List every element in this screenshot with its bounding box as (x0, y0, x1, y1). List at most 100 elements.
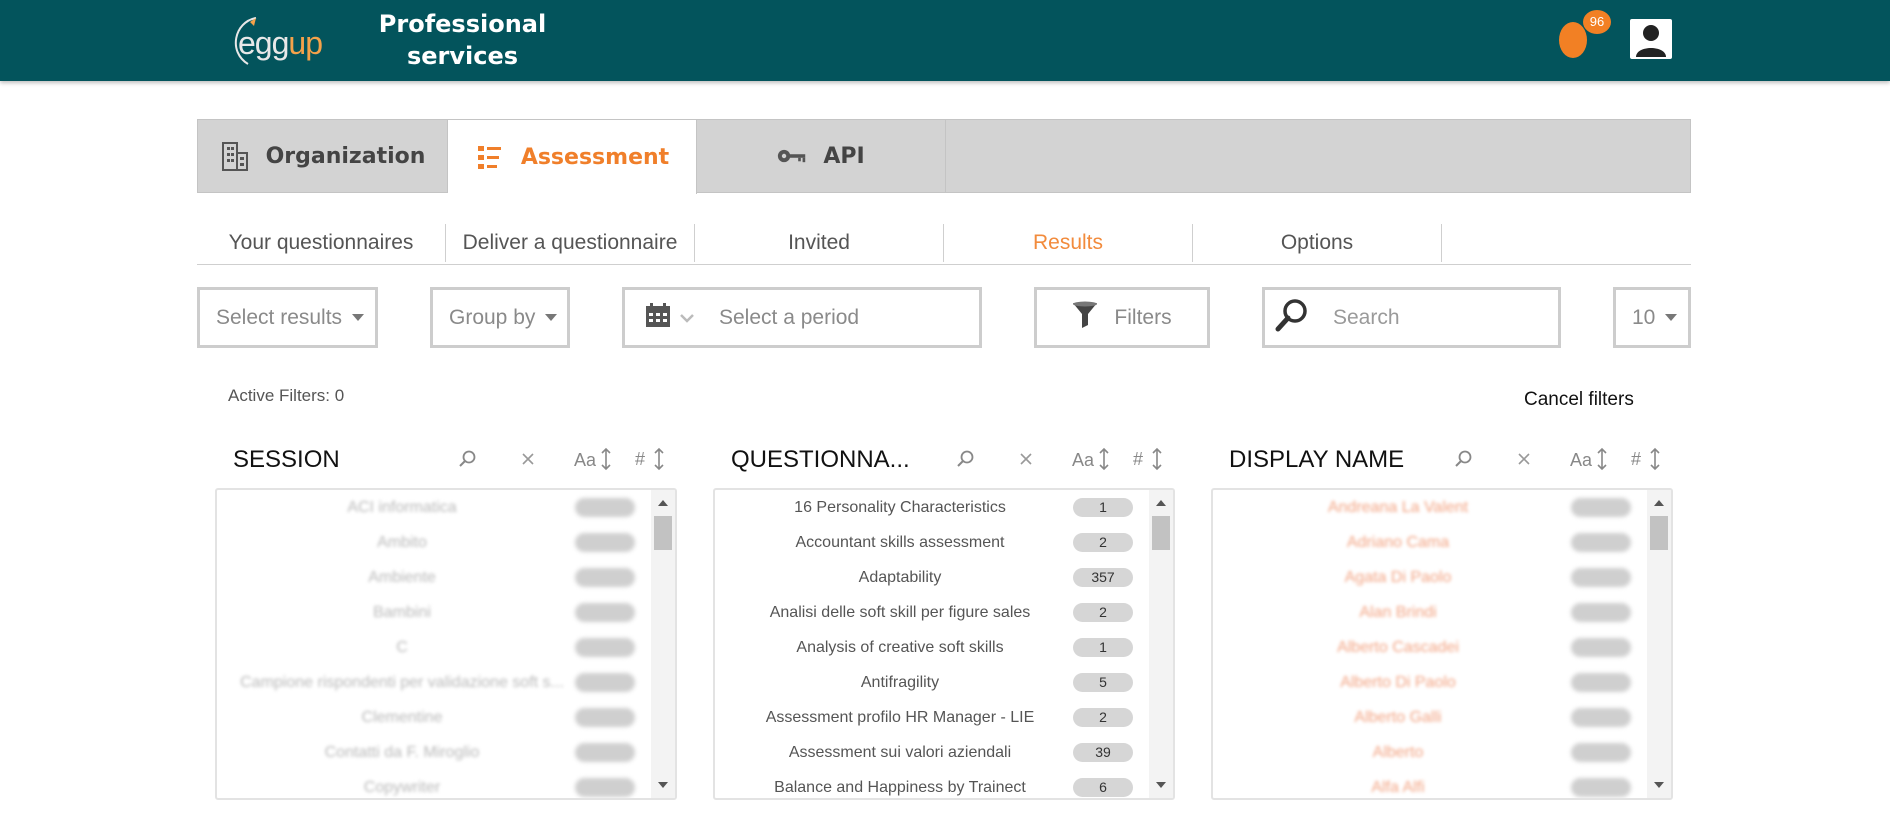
session-list-box: ACI informatica— Ambito— Ambiente— Bambi… (215, 488, 677, 800)
period-picker[interactable]: Select a period (622, 287, 982, 348)
scroll-thumb[interactable] (1152, 516, 1170, 550)
list-item[interactable]: Ambiente— (217, 560, 653, 595)
svg-text:#: # (635, 449, 645, 469)
panel-clear-icon[interactable] (1011, 444, 1041, 474)
list-item[interactable]: Adriano Cama— (1213, 525, 1649, 560)
main-tabbar: Organization Assessment API (197, 119, 1691, 194)
subtab-deliver-questionnaire[interactable]: Deliver a questionnaire (446, 224, 695, 262)
svg-text:Aa: Aa (1570, 450, 1593, 470)
scroll-up-icon[interactable] (1654, 500, 1664, 506)
search-box[interactable] (1262, 287, 1561, 348)
list-item[interactable]: Adaptability 357 (715, 560, 1151, 595)
panel-clear-icon[interactable] (1509, 444, 1539, 474)
brand-title: Professional services (378, 10, 547, 70)
list-item[interactable]: C— (217, 630, 653, 665)
list-item[interactable]: Balance and Happiness by Trainect 6 (715, 770, 1151, 798)
list-item[interactable]: Antifragility 5 (715, 665, 1151, 700)
list-item[interactable]: Assessment profilo HR Manager - LIE 2 (715, 700, 1151, 735)
group-by-label: Group by (449, 305, 536, 329)
sort-count-icon[interactable]: # (635, 444, 667, 474)
user-icon (1636, 25, 1666, 57)
session-panel-header: SESSION Aa # (215, 436, 677, 480)
scroll-up-icon[interactable] (1156, 500, 1166, 506)
list-item[interactable]: Alberto Di Paolo— (1213, 665, 1649, 700)
sort-alpha-icon[interactable]: Aa (572, 444, 616, 474)
notifications-button[interactable]: 96 (1555, 10, 1615, 60)
filters-button[interactable]: Filters (1034, 287, 1210, 348)
scroll-down-icon[interactable] (1156, 782, 1166, 788)
questionnaire-list: 16 Personality Characteristics 1 Accounta… (715, 490, 1151, 798)
list-item[interactable]: Clementine— (217, 700, 653, 735)
scroll-thumb[interactable] (654, 516, 672, 550)
tab-api-label: API (823, 143, 865, 169)
subtab-options[interactable]: Options (1193, 224, 1442, 262)
subtab-invited[interactable]: Invited (695, 224, 944, 262)
questionnaire-scrollbar[interactable] (1149, 490, 1173, 798)
list-item[interactable]: Alberto Cascadei— (1213, 630, 1649, 665)
page-size-dropdown[interactable]: 10 (1613, 287, 1691, 348)
tab-assessment-label: Assessment (520, 144, 670, 170)
select-results-dropdown[interactable]: Select results (197, 287, 378, 348)
page-size-value: 10 (1632, 305, 1656, 329)
list-item[interactable]: Alberto— (1213, 735, 1649, 770)
sort-count-icon[interactable]: # (1631, 444, 1663, 474)
tab-organization[interactable]: Organization (198, 120, 448, 192)
list-item[interactable]: 16 Personality Characteristics 1 (715, 490, 1151, 525)
list-icon (475, 142, 505, 172)
subtab-your-questionnaires[interactable]: Your questionnaires (197, 224, 446, 262)
session-panel-title: SESSION (233, 446, 340, 473)
display-name-list-box: Andreana La Valent— Adriano Cama— Agata … (1211, 488, 1673, 800)
list-item[interactable]: Agata Di Paolo— (1213, 560, 1649, 595)
svg-text:#: # (1133, 449, 1143, 469)
questionnaire-panel-header: QUESTIONNA... Aa # (713, 436, 1175, 480)
sub-tabbar: Your questionnaires Deliver a questionna… (197, 220, 1691, 265)
list-item[interactable]: Accountant skills assessment 2 (715, 525, 1151, 560)
user-avatar[interactable] (1630, 19, 1672, 59)
tab-organization-label: Organization (265, 143, 426, 169)
session-panel: SESSION Aa # ACI informatica— Ambito— Am… (215, 436, 677, 800)
top-header: eggup Professional services 96 (0, 0, 1890, 81)
list-item[interactable]: ACI informatica— (217, 490, 653, 525)
caret-down-icon (545, 314, 558, 321)
sort-alpha-icon[interactable]: Aa (1070, 444, 1114, 474)
sort-alpha-icon[interactable]: Aa (1568, 444, 1612, 474)
cancel-filters-link[interactable]: Cancel filters (1524, 389, 1634, 411)
panel-search-icon[interactable] (452, 444, 482, 474)
scroll-down-icon[interactable] (1654, 782, 1664, 788)
tab-api[interactable]: API (697, 120, 946, 192)
scroll-up-icon[interactable] (658, 500, 668, 506)
panel-search-icon[interactable] (1448, 444, 1478, 474)
svg-text:Aa: Aa (574, 450, 597, 470)
list-item[interactable]: Andreana La Valent— (1213, 490, 1649, 525)
panel-clear-icon[interactable] (513, 444, 543, 474)
list-item[interactable]: Assessment sui valori aziendali 39 (715, 735, 1151, 770)
sort-count-icon[interactable]: # (1133, 444, 1165, 474)
list-item[interactable]: Bambini— (217, 595, 653, 630)
list-item[interactable]: Analysis of creative soft skills 1 (715, 630, 1151, 665)
active-filters-label: Active Filters: 0 (228, 386, 345, 405)
scroll-down-icon[interactable] (658, 782, 668, 788)
list-item[interactable]: Campione rispondenti per validazione sof… (217, 665, 653, 700)
list-item[interactable]: Copywriter— (217, 770, 653, 798)
session-scrollbar[interactable] (651, 490, 675, 798)
search-input[interactable] (1333, 305, 1533, 330)
questionnaire-panel: QUESTIONNA... Aa # 16 Personality Charac… (713, 436, 1175, 800)
list-item[interactable]: Ambito— (217, 525, 653, 560)
notification-badge: 96 (1583, 10, 1611, 34)
list-item[interactable]: Alan Brindi— (1213, 595, 1649, 630)
list-item[interactable]: Contatti da F. Miroglio— (217, 735, 653, 770)
search-icon (1275, 298, 1309, 338)
display-name-scrollbar[interactable] (1647, 490, 1671, 798)
scroll-thumb[interactable] (1650, 516, 1668, 550)
eggup-logo[interactable]: eggup (226, 8, 336, 68)
tab-assessment[interactable]: Assessment (448, 120, 697, 194)
svg-text:#: # (1631, 449, 1641, 469)
panel-search-icon[interactable] (950, 444, 980, 474)
display-name-panel-header: DISPLAY NAME Aa # (1211, 436, 1673, 480)
list-item[interactable]: Alberto Galli— (1213, 700, 1649, 735)
subtab-results[interactable]: Results (944, 224, 1193, 262)
list-item[interactable]: Alfa Alfi— (1213, 770, 1649, 798)
list-item[interactable]: Analisi delle soft skill per figure sale… (715, 595, 1151, 630)
display-name-panel: DISPLAY NAME Aa # Andreana La Valent— Ad… (1211, 436, 1673, 800)
group-by-dropdown[interactable]: Group by (430, 287, 570, 348)
